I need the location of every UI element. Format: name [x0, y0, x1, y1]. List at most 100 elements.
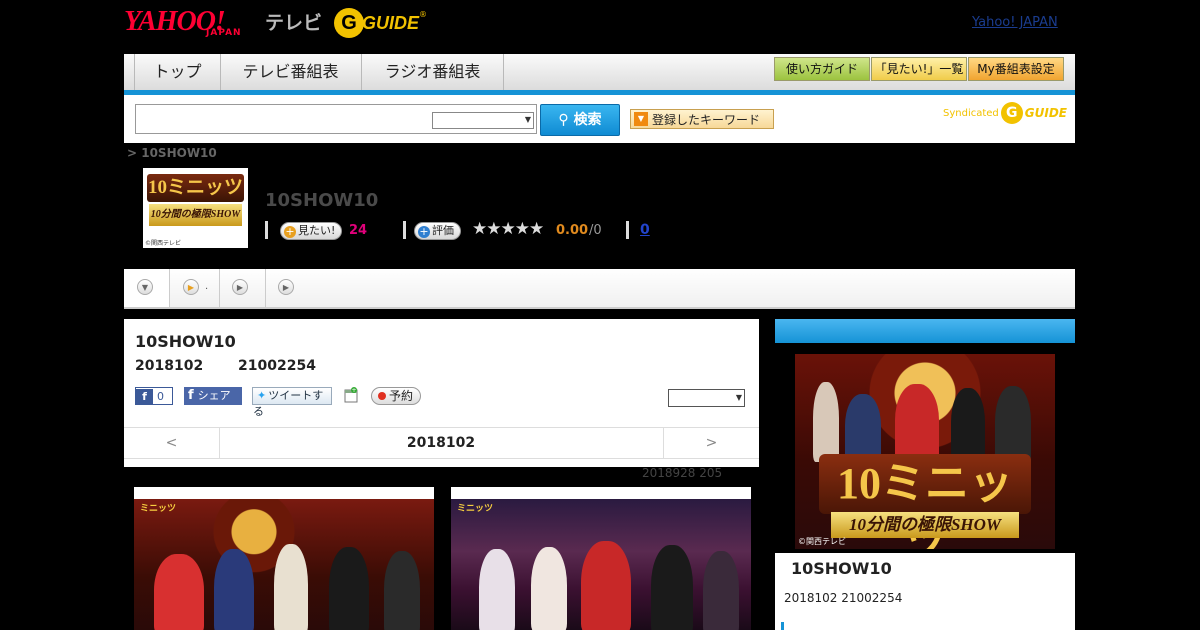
episode-select[interactable] — [668, 389, 745, 407]
syndicated-label: Syndicated — [943, 107, 999, 119]
review-count-link[interactable]: 0 — [640, 222, 650, 238]
registered-keyword-label: 登録したキーワード — [652, 113, 761, 127]
program-key-visual[interactable]: 10ミニッツ 10分間の極限SHOW ©関西テレビ — [795, 354, 1055, 549]
program-thumbnail: 10ミニッツ 10分間の極限SHOW ©関西テレビ — [143, 168, 248, 248]
reserve-button[interactable]: 予約 — [371, 387, 421, 405]
want-label: 見たい! — [298, 224, 336, 237]
facebook-share-button[interactable]: f シェア — [184, 387, 242, 405]
subtab-second[interactable]: ▶ . — [170, 269, 220, 307]
episode-date: 2018102 — [135, 358, 204, 374]
side-program-meta: 2018102 21002254 — [784, 591, 903, 605]
syndicated-logo-text: GUIDE — [1024, 106, 1067, 120]
record-dot-icon — [378, 392, 386, 400]
search-bar: ⚲ 検索 ▼ 登録したキーワード Syndicated G GUIDE — [124, 95, 1075, 143]
person-figure — [581, 541, 631, 630]
rate-label: 評価 — [432, 224, 454, 237]
photo-watermark: ミニッツ — [140, 504, 177, 514]
divider — [626, 221, 629, 239]
yahoo-japan-link[interactable]: Yahoo! JAPAN — [972, 15, 1058, 30]
reserve-label: 予約 — [389, 389, 414, 403]
facebook-icon: f — [188, 388, 194, 403]
search-icon: ⚲ — [558, 112, 569, 128]
person-figure — [384, 551, 420, 630]
nav-tab-tv-schedule[interactable]: テレビ番組表 — [220, 54, 362, 90]
studio-photo: ミニッツ — [134, 499, 434, 630]
person-figure — [214, 549, 254, 630]
person-figure — [531, 547, 567, 630]
subtab-second-label: . — [205, 281, 209, 292]
facebook-share-label: シェア — [197, 389, 231, 402]
person-figure — [154, 554, 204, 630]
dropdown-arrow-icon: ▼ — [634, 112, 648, 126]
episode-photo-1[interactable]: ミニッツ — [134, 487, 434, 630]
gguide-reg-mark: ® — [419, 10, 428, 19]
person-figure — [951, 388, 985, 464]
subtab-details[interactable]: ▼ — [124, 269, 170, 307]
thumbnail-logo: 10ミニッツ — [147, 174, 244, 202]
syndicated-gguide-badge: Syndicated G GUIDE — [943, 102, 1067, 124]
update-note: 2018928 205 — [642, 466, 723, 480]
studio-photo: ミニッツ — [451, 499, 751, 630]
play-icon: ▶ — [232, 279, 248, 295]
nav-tab-radio-schedule[interactable]: ラジオ番組表 — [362, 54, 504, 90]
plus-icon: + — [418, 225, 430, 238]
person-figure — [813, 382, 839, 462]
tv-label: テレビ — [265, 12, 323, 34]
calendar-add-icon[interactable]: + — [344, 387, 358, 403]
chevron-down-icon: ▼ — [137, 279, 153, 295]
pager-prev-button[interactable]: < — [124, 428, 220, 458]
twitter-bird-icon: ✦ — [257, 389, 267, 402]
side-program-title: 10SHOW10 — [791, 559, 892, 578]
program-title: 10SHOW10 — [265, 190, 379, 211]
search-button-label: 検索 — [573, 112, 602, 128]
rating-stars: ★★★★★ — [472, 219, 544, 239]
sub-tabs: ▼ ▶ . ▶ ▶ — [124, 269, 1075, 309]
episode-panel: 10SHOW10 2018102 21002254 f0 f シェア ✦ ツイートす… — [124, 319, 759, 467]
nav-tab-top[interactable]: トップ — [134, 54, 221, 90]
person-figure — [479, 549, 515, 630]
search-button[interactable]: ⚲ 検索 — [540, 104, 620, 136]
registered-keyword-button[interactable]: ▼ 登録したキーワード — [630, 109, 774, 129]
yahoo-japan-sublogo: JAPAN — [206, 28, 242, 38]
breadcrumb: > 10SHOW10 — [127, 146, 217, 160]
thumbnail-copyright: ©関西テレビ — [145, 240, 182, 247]
want-to-watch-button[interactable]: + 見たい! — [280, 222, 343, 240]
play-icon: ▶ — [278, 279, 294, 295]
usage-guide-button[interactable]: 使い方ガイド — [774, 57, 870, 81]
gguide-g-mark: G — [1000, 102, 1023, 124]
side-panel-header — [775, 319, 1075, 343]
rating-count: /0 — [589, 223, 602, 238]
episode-title: 10SHOW10 — [135, 332, 236, 351]
side-panel: 10ミニッツ 10分間の極限SHOW ©関西テレビ 10SHOW10 20181… — [775, 319, 1075, 630]
rating-value: 0.00 — [556, 223, 589, 238]
thumbnail-logo-sub: 10分間の極限SHOW — [149, 204, 242, 226]
rate-button[interactable]: + 評価 — [414, 222, 461, 240]
person-figure — [274, 544, 308, 630]
key-visual-logo: 10ミニッツ — [819, 454, 1031, 549]
my-schedule-settings-button[interactable]: My番組表設定 — [968, 57, 1064, 81]
facebook-count-value: 0 — [157, 390, 164, 403]
gguide-g-mark: G — [334, 8, 364, 38]
want-list-button[interactable]: 「見たい!」一覧 — [871, 57, 967, 81]
person-figure — [995, 386, 1031, 464]
photo-watermark: ミニッツ — [457, 504, 494, 514]
subtab-fourth[interactable]: ▶ — [266, 269, 311, 307]
subtab-third[interactable]: ▶ — [220, 269, 266, 307]
tweet-button[interactable]: ✦ ツイートする — [252, 387, 332, 418]
episode-photo-2[interactable]: ミニッツ — [451, 487, 751, 630]
divider — [403, 221, 406, 239]
play-icon: ▶ — [183, 279, 199, 295]
person-figure — [651, 545, 693, 630]
person-figure — [329, 547, 369, 630]
pager-current-date: 2018102 — [406, 435, 476, 451]
want-count: 24 — [349, 223, 368, 238]
gguide-logo[interactable]: G GUIDE ® — [334, 6, 427, 40]
person-figure — [703, 551, 739, 630]
divider — [265, 221, 268, 239]
facebook-like-count[interactable]: f0 — [135, 387, 173, 405]
search-category-select[interactable] — [432, 112, 534, 129]
plus-icon: + — [284, 225, 296, 238]
date-pager: < 2018102 > — [124, 427, 759, 459]
facebook-icon: f — [136, 389, 153, 405]
pager-next-button[interactable]: > — [663, 428, 759, 458]
